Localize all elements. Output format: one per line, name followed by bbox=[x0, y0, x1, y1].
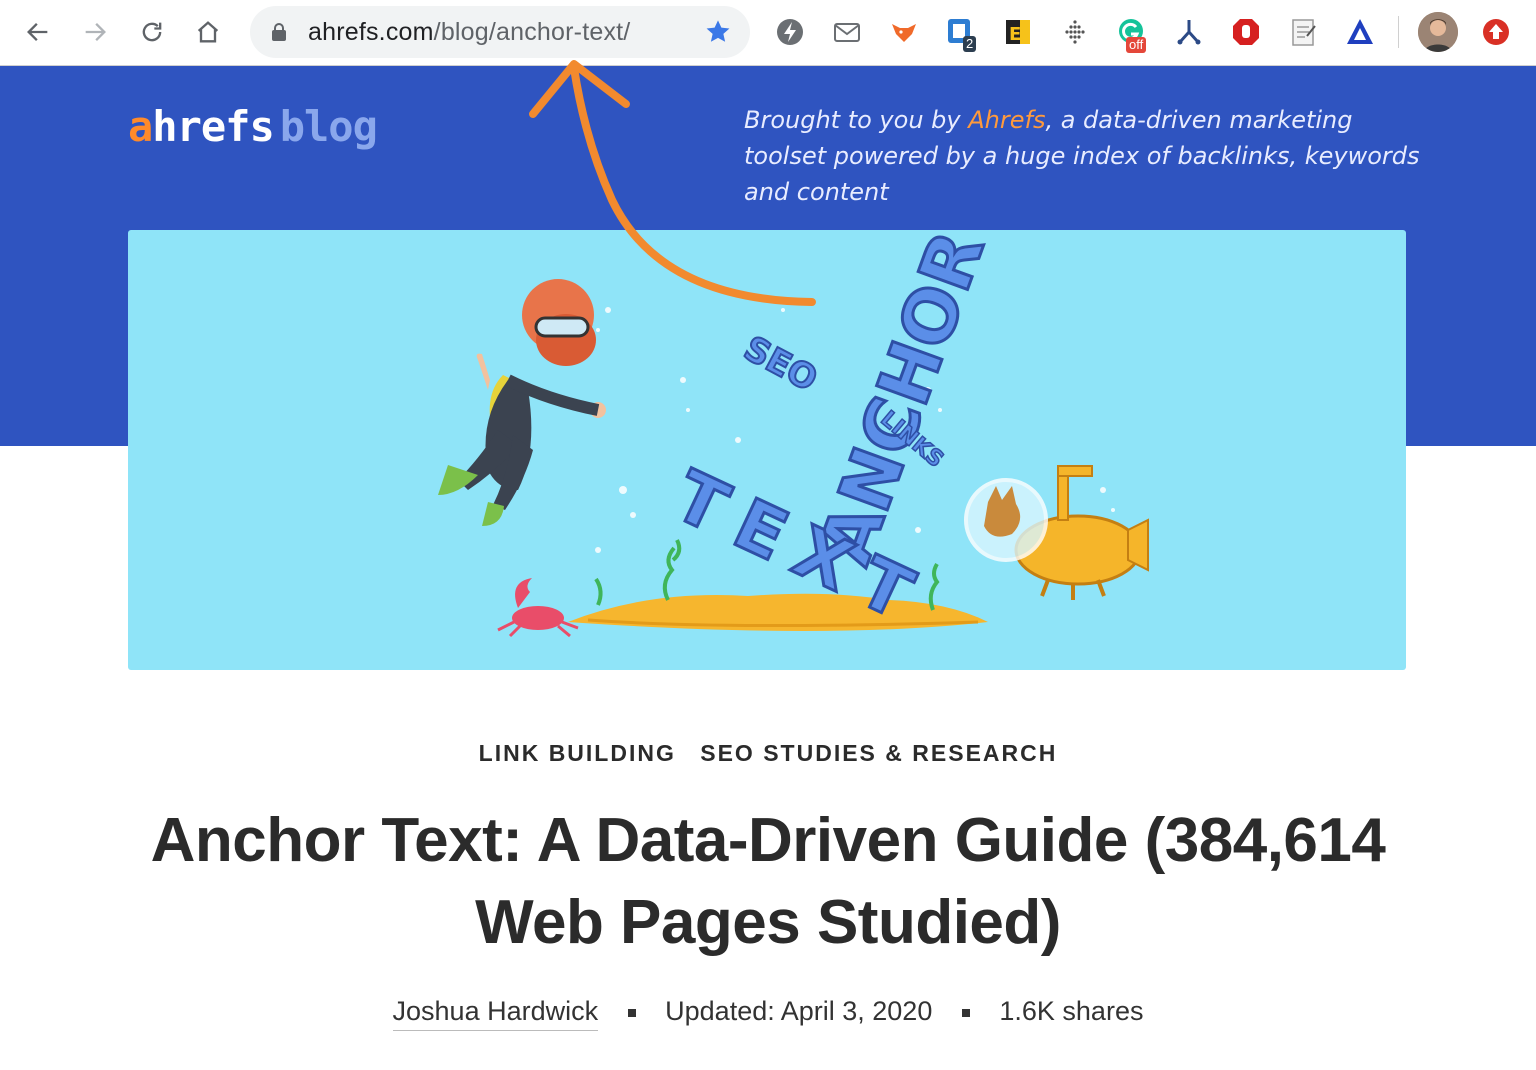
tab-counter-extension[interactable]: 2 bbox=[943, 14, 979, 52]
fox-extension[interactable] bbox=[886, 14, 922, 50]
dots-extension[interactable] bbox=[1057, 14, 1093, 50]
mail-extension[interactable] bbox=[829, 14, 865, 50]
triangle-extension[interactable] bbox=[1342, 14, 1378, 50]
crab bbox=[497, 578, 579, 638]
author-link[interactable]: Joshua Hardwick bbox=[392, 996, 599, 1031]
lightning-extension-icon bbox=[777, 19, 803, 45]
home-icon bbox=[197, 21, 219, 43]
logo-a: a bbox=[128, 102, 153, 151]
category-seo-studies[interactable]: SEO STUDIES & RESEARCH bbox=[700, 740, 1057, 766]
grammarly-off-badge: off bbox=[1126, 37, 1147, 53]
article-categories: LINK BUILDING SEO STUDIES & RESEARCH bbox=[0, 740, 1536, 767]
forward-arrow-icon bbox=[85, 23, 106, 41]
logo-blog: blog bbox=[279, 102, 378, 151]
share-count: 1.6K shares bbox=[999, 996, 1144, 1026]
profile-avatar[interactable] bbox=[1418, 12, 1458, 52]
profile-photo-icon bbox=[1418, 12, 1458, 52]
hero-words: SEO ANCHOR LINKS TEXT bbox=[661, 230, 1002, 644]
reload-button[interactable] bbox=[132, 12, 172, 52]
diver bbox=[438, 279, 606, 526]
lightning-extension[interactable] bbox=[772, 14, 808, 50]
header-tagline: Brought to you by Ahrefs, a data-driven … bbox=[744, 102, 1424, 210]
dots-extension-icon bbox=[1065, 20, 1085, 44]
tagline-prefix: Brought to you by bbox=[744, 106, 969, 134]
fox-extension-icon bbox=[892, 24, 916, 42]
tagline-brand-link[interactable]: Ahrefs bbox=[968, 106, 1045, 134]
home-button[interactable] bbox=[188, 12, 228, 52]
update-extension[interactable] bbox=[1478, 14, 1514, 50]
reload-icon bbox=[142, 22, 162, 42]
fork-extension-icon bbox=[1177, 20, 1201, 45]
bookmark-star-icon[interactable] bbox=[704, 18, 732, 46]
back-arrow-icon bbox=[27, 23, 48, 41]
url-path: /blog/anchor-text/ bbox=[433, 18, 631, 46]
back-button[interactable] bbox=[18, 12, 58, 52]
byline-separator bbox=[961, 1008, 970, 1017]
byline-separator bbox=[627, 1008, 636, 1017]
stop-hand-extension-icon bbox=[1233, 19, 1259, 45]
address-bar[interactable]: ahrefs.com/blog/anchor-text/ bbox=[250, 6, 750, 58]
ahrefs-blog-logo[interactable]: ahrefs blog bbox=[128, 102, 378, 151]
e-extension[interactable]: E bbox=[1000, 14, 1036, 50]
update-arrow-icon bbox=[1483, 19, 1509, 45]
browser-toolbar: ahrefs.com/blog/anchor-text/ 2 E off bbox=[0, 0, 1536, 66]
mail-extension-icon bbox=[834, 23, 860, 42]
category-link-building[interactable]: LINK BUILDING bbox=[479, 740, 676, 766]
updated-date: Updated: April 3, 2020 bbox=[665, 996, 933, 1026]
svg-text:E: E bbox=[1009, 24, 1021, 45]
toolbar-divider bbox=[1398, 16, 1399, 48]
grammarly-extension[interactable]: off bbox=[1114, 14, 1150, 53]
url-host: ahrefs.com bbox=[308, 18, 434, 46]
forward-button[interactable] bbox=[75, 12, 115, 52]
notes-extension[interactable] bbox=[1285, 14, 1321, 50]
logo-hrefs: hrefs bbox=[152, 102, 274, 151]
submarine-dog bbox=[964, 465, 1149, 600]
hero-illustration: SEO ANCHOR LINKS TEXT bbox=[128, 230, 1406, 670]
triangle-extension-icon bbox=[1347, 19, 1373, 44]
hero-word-seo: SEO bbox=[737, 329, 823, 400]
tab-count-badge: 2 bbox=[963, 36, 977, 52]
article-title: Anchor Text: A Data-Driven Guide (384,61… bbox=[150, 806, 1386, 957]
lock-icon[interactable] bbox=[270, 22, 288, 42]
stop-hand-extension[interactable] bbox=[1228, 14, 1264, 50]
underwater-scene-image: SEO ANCHOR LINKS TEXT bbox=[438, 230, 1149, 644]
url-text[interactable]: ahrefs.com/blog/anchor-text/ bbox=[308, 18, 630, 47]
e-extension-icon: E bbox=[1006, 20, 1030, 45]
fork-extension[interactable] bbox=[1171, 14, 1207, 50]
article-byline: Joshua Hardwick Updated: April 3, 2020 1… bbox=[0, 996, 1536, 1031]
notes-extension-icon bbox=[1292, 19, 1316, 46]
